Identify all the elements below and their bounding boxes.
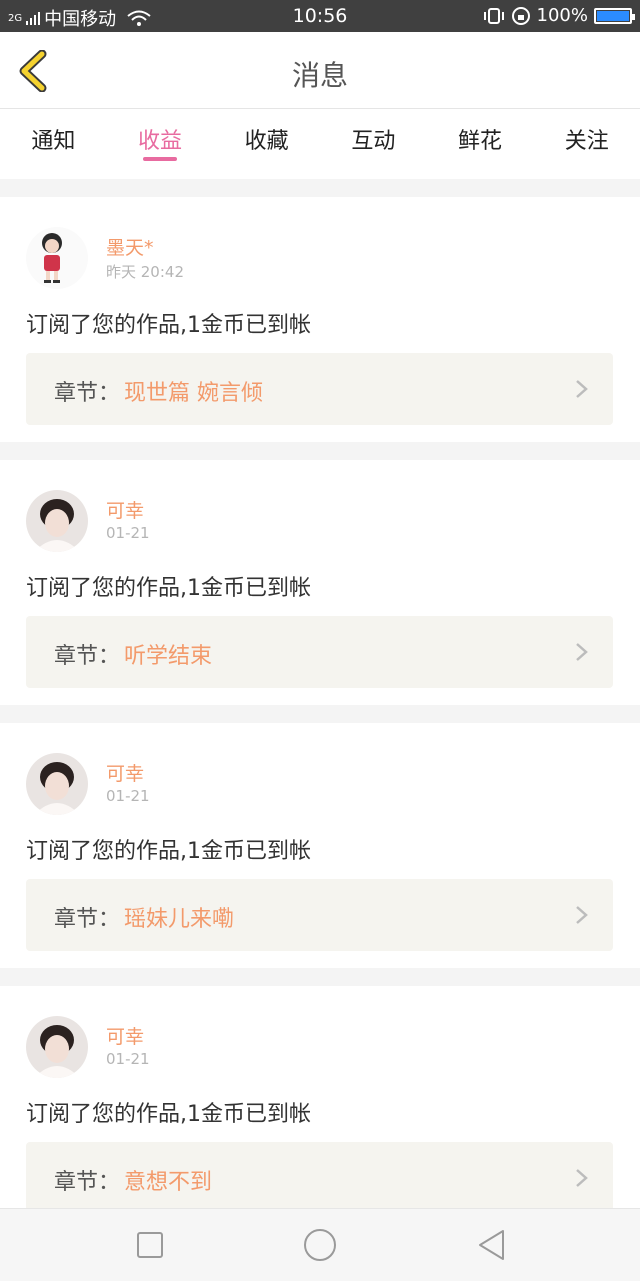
avatar[interactable] bbox=[26, 490, 88, 552]
chevron-right-icon bbox=[576, 380, 588, 398]
chevron-right-icon bbox=[576, 906, 588, 924]
chapter-title: 意想不到 bbox=[124, 1170, 213, 1195]
status-bar: 2G 中国移动 10:56 100% bbox=[0, 0, 640, 32]
square-icon[interactable] bbox=[132, 1227, 168, 1263]
circle-icon[interactable] bbox=[302, 1227, 338, 1263]
chapter-label: 章节： bbox=[54, 907, 121, 932]
timestamp: 01-21 bbox=[106, 787, 150, 805]
battery-icon bbox=[594, 7, 635, 24]
timestamp: 01-21 bbox=[106, 524, 150, 542]
message-card: 可幸 01-21 订阅了您的作品,1金币已到帐 章节： 听学结束 bbox=[0, 460, 640, 705]
chevron-right-icon bbox=[576, 1169, 588, 1187]
tab-favorites[interactable]: 收藏 bbox=[213, 109, 320, 179]
message-text: 订阅了您的作品,1金币已到帐 bbox=[26, 576, 311, 601]
chapter-title: 听学结束 bbox=[124, 644, 213, 669]
message-card: 墨天* 昨天 20:42 订阅了您的作品,1金币已到帐 章节： 现世篇 婉言倾 bbox=[0, 197, 640, 442]
tab-notifications[interactable]: 通知 bbox=[0, 109, 107, 179]
message-text: 订阅了您的作品,1金币已到帐 bbox=[26, 1102, 311, 1127]
system-nav-bar bbox=[0, 1208, 640, 1281]
rotation-lock-icon bbox=[511, 6, 530, 25]
battery-percent: 100% bbox=[536, 5, 588, 26]
message-text: 订阅了您的作品,1金币已到帐 bbox=[26, 313, 311, 338]
page-title: 消息 bbox=[291, 59, 348, 92]
tab-flowers[interactable]: 鲜花 bbox=[427, 109, 534, 179]
avatar[interactable] bbox=[26, 1016, 88, 1078]
username[interactable]: 墨天* bbox=[106, 233, 154, 260]
avatar[interactable] bbox=[26, 227, 88, 289]
tab-bar: 通知 收益 收藏 互动 鲜花 关注 bbox=[0, 109, 640, 179]
tab-following[interactable]: 关注 bbox=[533, 109, 640, 179]
chapter-title: 现世篇 婉言倾 bbox=[124, 381, 263, 406]
username[interactable]: 可幸 bbox=[106, 496, 144, 523]
tab-interactions[interactable]: 互动 bbox=[320, 109, 427, 179]
chapter-link[interactable]: 章节： 现世篇 婉言倾 bbox=[26, 353, 613, 425]
chapter-link[interactable]: 章节： 听学结束 bbox=[26, 616, 613, 688]
username[interactable]: 可幸 bbox=[106, 759, 144, 786]
timestamp: 昨天 20:42 bbox=[106, 263, 184, 281]
avatar[interactable] bbox=[26, 753, 88, 815]
chapter-label: 章节： bbox=[54, 644, 121, 669]
message-list: 墨天* 昨天 20:42 订阅了您的作品,1金币已到帐 章节： 现世篇 婉言倾 … bbox=[0, 197, 640, 1249]
message-card: 可幸 01-21 订阅了您的作品,1金币已到帐 章节： 瑶妹儿来嘞 bbox=[0, 723, 640, 968]
message-text: 订阅了您的作品,1金币已到帐 bbox=[26, 839, 311, 864]
timestamp: 01-21 bbox=[106, 1050, 150, 1068]
tab-earnings[interactable]: 收益 bbox=[107, 109, 214, 179]
chapter-label: 章节： bbox=[54, 381, 121, 406]
chapter-title: 瑶妹儿来嘞 bbox=[124, 907, 235, 932]
message-card: 可幸 01-21 订阅了您的作品,1金币已到帐 章节： 意想不到 bbox=[0, 986, 640, 1231]
chapter-link[interactable]: 章节： 瑶妹儿来嘞 bbox=[26, 879, 613, 951]
triangle-back-icon[interactable] bbox=[474, 1227, 510, 1263]
chapter-label: 章节： bbox=[54, 1170, 121, 1195]
vibrate-icon bbox=[483, 7, 504, 24]
chapter-link[interactable]: 章节： 意想不到 bbox=[26, 1142, 613, 1214]
username[interactable]: 可幸 bbox=[106, 1022, 144, 1049]
app-header: 消息 bbox=[0, 32, 640, 109]
chevron-right-icon bbox=[576, 643, 588, 661]
